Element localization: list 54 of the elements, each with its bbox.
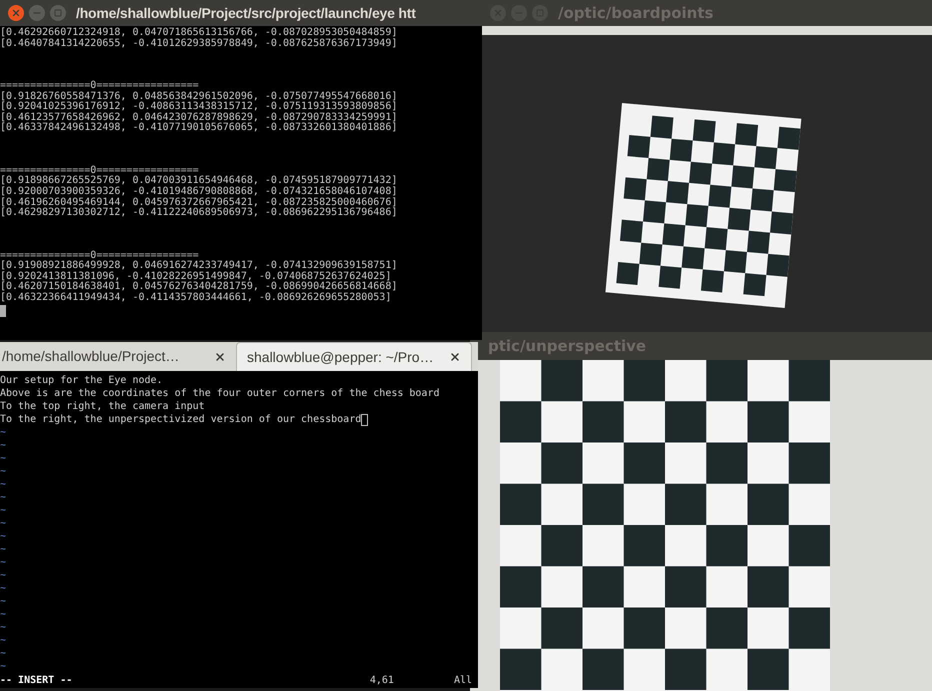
empty-line-marker: ~ bbox=[0, 621, 6, 634]
empty-line-marker: ~ bbox=[0, 543, 6, 556]
output-line: [0.9202413811381096, -0.41028226951499847, -0.074068752637624025] bbox=[0, 272, 392, 282]
output-line: [0.46298297130302712, -0.41122240689506973, -0.086962295136796486] bbox=[0, 208, 398, 219]
empty-line-marker: ~ bbox=[0, 556, 6, 569]
output-line: [0.46207150184638401, 0.045762763404281759, -0.086990426656814668] bbox=[0, 282, 398, 292]
empty-line-marker: ~ bbox=[0, 569, 6, 582]
empty-line-marker: ~ bbox=[0, 660, 6, 673]
text-cursor bbox=[361, 414, 368, 426]
empty-line-marker: ~ bbox=[0, 478, 6, 491]
terminal-tab[interactable]: shallowblue@pepper: ~/Pro… bbox=[236, 342, 472, 371]
output-line: [0.91908921886499928, 0.046916274233749417, -0.074132909639158751] bbox=[0, 261, 398, 272]
output-line: [0.91826760558471376, 0.048563842961502096, -0.075077495547668016] bbox=[0, 92, 398, 102]
empty-line-marker: ~ bbox=[0, 582, 6, 595]
empty-line-marker: ~ bbox=[0, 647, 6, 660]
empty-line-marker: ~ bbox=[0, 426, 6, 439]
output-line: [0.46196260495469144, 0.045976372667965421, -0.087235825000460676] bbox=[0, 198, 398, 208]
text-line: Our setup for the Eye node. bbox=[0, 374, 163, 387]
output-line: [0.46123577658426962, 0.046423076287898629, -0.087290783334259991] bbox=[0, 112, 398, 123]
empty-line-marker: ~ bbox=[0, 491, 6, 504]
text-line: To the right, the unperspectivized version of our chessboard bbox=[0, 413, 362, 426]
cursor-position: 4,61 bbox=[370, 674, 394, 687]
empty-line-marker: ~ bbox=[0, 439, 6, 452]
text-line: Above is are the coordinates of the four outer corners of the chess board bbox=[0, 387, 440, 400]
text-line: To the top right, the camera input bbox=[0, 400, 205, 413]
empty-line-marker: ~ bbox=[0, 465, 6, 478]
empty-line-marker: ~ bbox=[0, 608, 6, 621]
close-icon[interactable] bbox=[214, 350, 226, 362]
empty-line-marker: ~ bbox=[0, 634, 6, 647]
empty-line-marker: ~ bbox=[0, 452, 6, 465]
output-line: [0.46337842496132498, -0.41077190105676065, -0.087332601380401886] bbox=[0, 123, 398, 134]
empty-line-marker: ~ bbox=[0, 530, 6, 543]
empty-line-marker: ~ bbox=[0, 517, 6, 530]
terminal-cursor bbox=[0, 305, 6, 318]
output-line: [0.46322366411949434, -0.4114357803444661, -0.086926269655280053] bbox=[0, 292, 392, 304]
maximize-icon bbox=[54, 9, 62, 17]
minimize-button[interactable] bbox=[29, 5, 45, 21]
output-line: [0.46407841314220655, -0.41012629385978849, -0.087625876367173949] bbox=[0, 38, 398, 50]
output-line: [0.91898667265525769, 0.047003911654946468, -0.074595187909771432] bbox=[0, 176, 398, 186]
separator-line: ===============0================= bbox=[0, 166, 199, 176]
empty-line-marker: ~ bbox=[0, 504, 6, 517]
output-line: [0.46292660712324918, 0.047071865613156766, -0.087028953050484859] bbox=[0, 28, 398, 38]
close-icon[interactable] bbox=[449, 351, 461, 363]
close-icon bbox=[11, 8, 21, 18]
output-line: [0.92000703900359326, -0.41019486790808868, -0.074321658046107408] bbox=[0, 186, 398, 197]
close-button[interactable] bbox=[8, 5, 24, 21]
maximize-button[interactable] bbox=[50, 5, 66, 21]
mode-indicator: -- INSERT -- bbox=[0, 674, 72, 687]
scroll-indicator: All bbox=[454, 674, 472, 687]
separator-line: ===============0================= bbox=[0, 80, 200, 91]
window-title: /home/shallowblue/Project/src/project/launch/eye htt bbox=[76, 4, 416, 23]
output-line: [0.92041025396176912, -0.40863113438315712, -0.075119313593809856] bbox=[0, 102, 398, 112]
empty-line-marker: ~ bbox=[0, 595, 6, 608]
separator-line: ===============0================= bbox=[0, 250, 199, 261]
